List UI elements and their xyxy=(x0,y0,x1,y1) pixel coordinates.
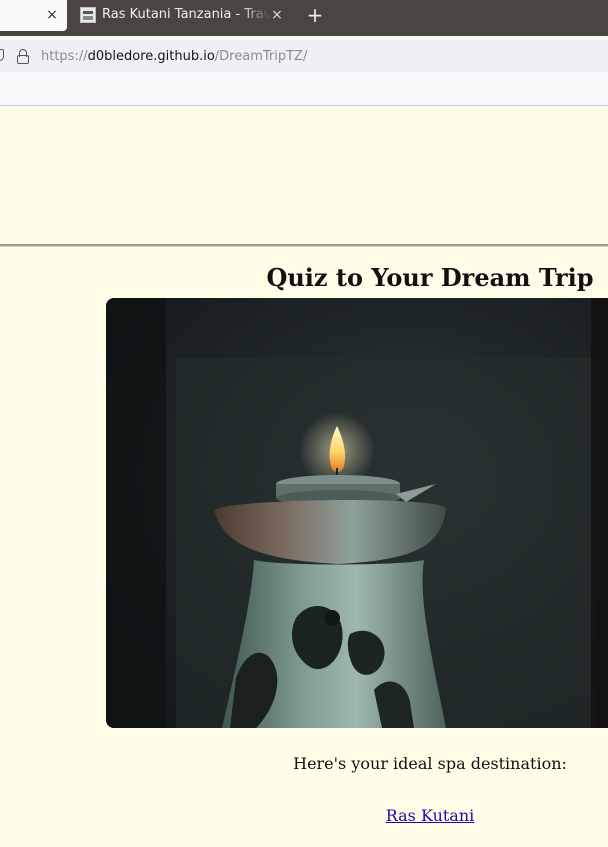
result-link-container: Ras Kutani xyxy=(230,804,608,828)
result-image xyxy=(106,298,608,728)
header-band xyxy=(0,106,608,244)
close-tab-icon[interactable]: × xyxy=(45,6,59,24)
new-tab-icon[interactable]: + xyxy=(305,4,325,26)
navigation-bar: https://d0bledore.github.io/DreamTripTZ/ xyxy=(0,36,608,76)
tab-strip: × Ras Kutani Tanzania - Travel × + xyxy=(0,0,608,36)
page-title: Quiz to Your Dream Trip xyxy=(266,263,594,292)
tracking-shield-icon[interactable] xyxy=(0,49,4,61)
tab-title: Ras Kutani Tanzania - Travel xyxy=(102,7,272,22)
bookmarks-toolbar xyxy=(0,76,608,106)
address-bar[interactable]: https://d0bledore.github.io/DreamTripTZ/ xyxy=(0,40,608,72)
tab-previous[interactable]: × xyxy=(0,0,67,31)
url-text[interactable]: https://d0bledore.github.io/DreamTripTZ/ xyxy=(41,47,307,67)
divider-shadow xyxy=(0,246,608,247)
tab-active[interactable]: Ras Kutani Tanzania - Travel × xyxy=(72,0,292,31)
result-text: Here's your ideal spa destination: xyxy=(293,754,567,773)
destination-link[interactable]: Ras Kutani xyxy=(386,806,475,825)
close-tab-icon[interactable]: × xyxy=(270,6,284,24)
site-favicon-icon xyxy=(80,7,96,23)
lock-icon[interactable] xyxy=(16,49,30,65)
